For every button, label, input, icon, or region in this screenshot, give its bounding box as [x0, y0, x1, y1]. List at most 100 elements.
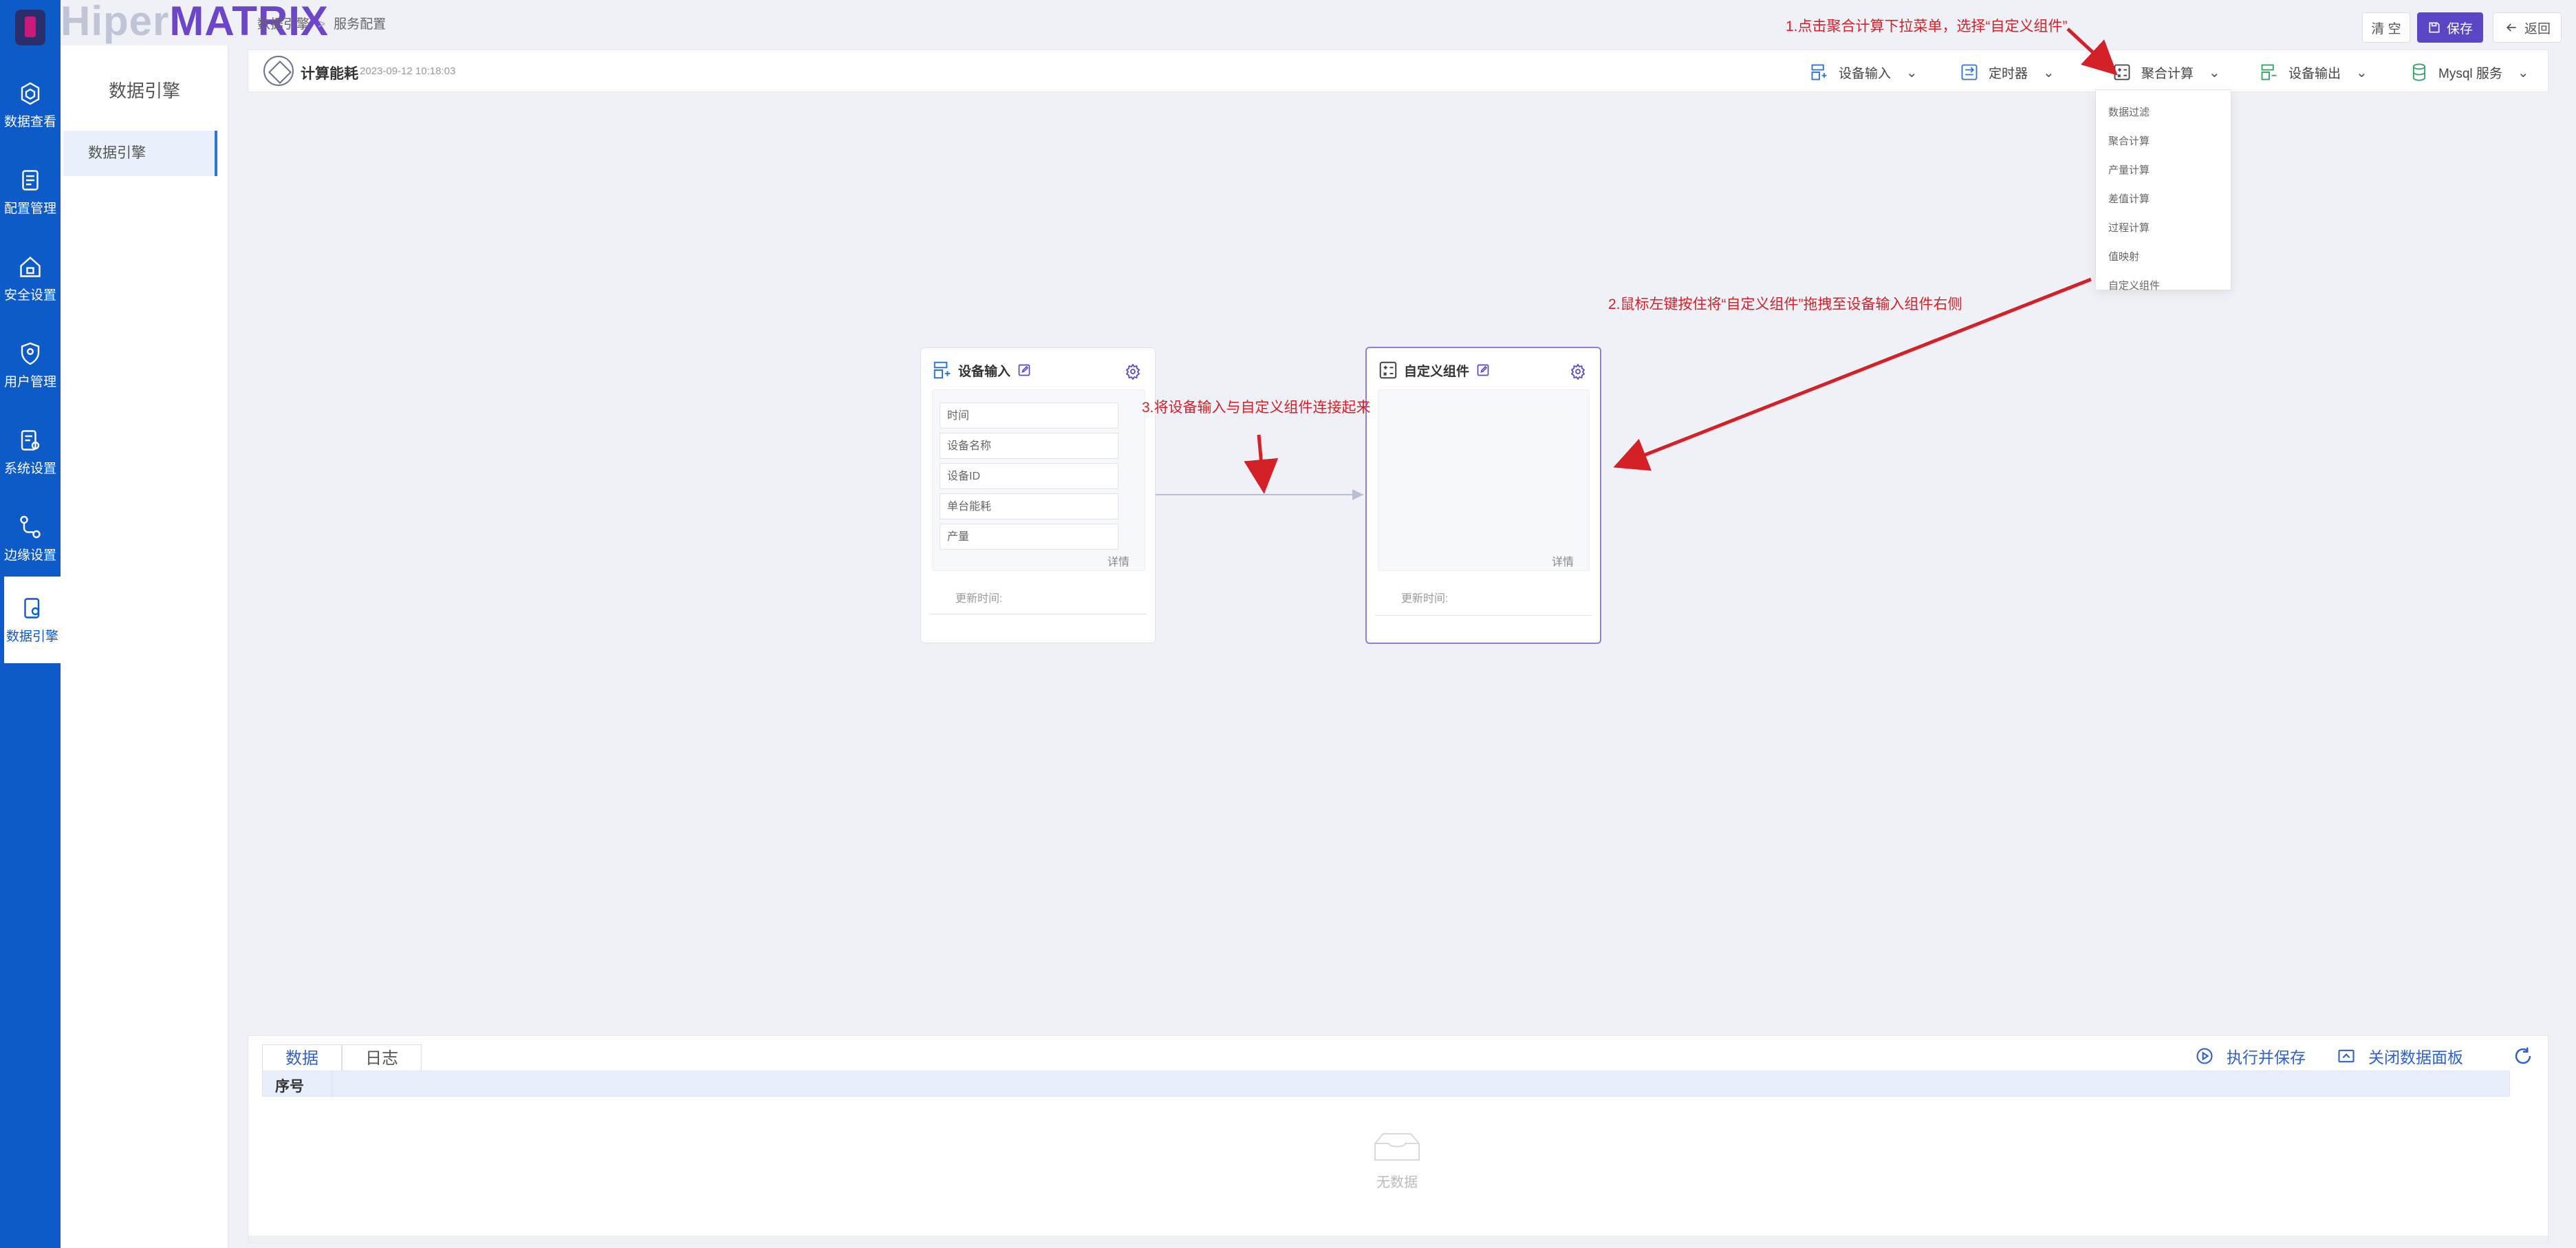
breadcrumb-separator: > — [318, 17, 326, 32]
shield-user-icon — [21, 342, 40, 365]
calc-icon — [1379, 361, 1397, 379]
empty-box-icon — [1374, 1133, 1420, 1161]
node-field-list: 时间 设备名称 设备ID 单台能耗 产量 详情 — [932, 389, 1145, 571]
execute-save-button[interactable]: 执行并保存 — [2195, 1044, 2306, 1068]
rail-item-label: 安全设置 — [3, 288, 56, 303]
field-item[interactable]: 产量 — [940, 524, 1118, 550]
updated-time-label: 更新时间: — [1401, 593, 1449, 605]
calc-icon — [2114, 64, 2130, 80]
chevron-down-icon: ⌄ — [2043, 65, 2055, 80]
breadcrumb-item[interactable]: 数据引擎 — [257, 17, 310, 32]
tab-data[interactable]: 数据 — [262, 1044, 342, 1073]
rail-item-system[interactable]: 系统设置 — [0, 414, 61, 490]
field-item[interactable]: 设备ID — [940, 463, 1118, 489]
annotation-arrow-step3 — [1244, 434, 1279, 494]
menu-item[interactable]: 差值计算 — [2096, 185, 2231, 214]
engine-doc-icon — [24, 597, 40, 618]
save-icon — [2429, 22, 2440, 33]
node-header: 自定义组件 — [1378, 358, 1490, 383]
sidebar-item-data-engine[interactable]: 数据引擎 — [63, 131, 217, 176]
device-input-icon — [1811, 64, 1827, 80]
field-item[interactable]: 设备名称 — [940, 433, 1118, 459]
chevron-down-icon: ⌄ — [1906, 65, 1918, 80]
workflow-icon — [20, 515, 41, 538]
node-field-list: 详情 — [1378, 389, 1590, 571]
chevron-down-icon: ⌄ — [2517, 65, 2529, 80]
dropdown-aggregate[interactable]: 聚合计算 ⌄ — [2112, 58, 2220, 86]
node-header: 设备输入 — [932, 358, 1031, 383]
detail-link[interactable]: 详情 — [1552, 552, 1574, 569]
document-icon — [22, 169, 39, 191]
rail-item-security[interactable]: 安全设置 — [0, 241, 61, 316]
back-button[interactable]: 返回 — [2493, 12, 2562, 43]
horizontal-scrollbar[interactable] — [248, 1236, 2548, 1242]
menu-item[interactable]: 数据过滤 — [2096, 98, 2231, 127]
rail-item-data-view[interactable]: 数据查看 — [0, 67, 61, 143]
menu-item-custom-component[interactable]: 自定义组件 — [2096, 272, 2231, 301]
house-lock-icon — [20, 256, 41, 277]
chevron-down-icon: ⌄ — [2209, 65, 2220, 80]
rail-item-label: 数据引擎 — [6, 629, 58, 644]
field-item[interactable]: 单台能耗 — [940, 493, 1118, 519]
rail-item-label: 边缘设置 — [3, 548, 56, 563]
flow-icon — [263, 56, 294, 86]
data-panel: 数据 日志 执行并保存 关闭数据面板 序号 无数据 — [248, 1035, 2548, 1243]
app-logo — [15, 10, 45, 45]
dropdown-timer[interactable]: 定时器 ⌄ — [1960, 58, 2055, 86]
device-input-icon — [933, 361, 951, 379]
play-circle-icon — [2196, 1048, 2213, 1064]
sidebar-title: 数据引擎 — [108, 80, 180, 101]
close-panel-button[interactable]: 关闭数据面板 — [2337, 1044, 2463, 1068]
chevron-down-icon: ⌄ — [2356, 65, 2368, 80]
empty-state-text: 无数据 — [1376, 1175, 1418, 1190]
node-divider — [1375, 615, 1592, 616]
cube-icon — [21, 82, 40, 105]
flow-toolbar: 计算能耗 2023-09-12 10:18:03 设备输入 ⌄ 定时器 ⌄ 聚合计算… — [248, 50, 2548, 92]
flow-title: 计算能耗 — [301, 66, 358, 82]
rail-item-config[interactable]: 配置管理 — [0, 154, 61, 230]
edit-icon[interactable] — [1476, 363, 1490, 377]
rail-item-data-engine[interactable]: 数据引擎 — [4, 577, 61, 663]
secondary-sidebar: 数据引擎 数据引擎 — [61, 45, 228, 1248]
column-header-index: 序号 — [275, 1079, 304, 1095]
rail-item-label: 系统设置 — [3, 461, 56, 476]
menu-item[interactable]: 产量计算 — [2096, 156, 2231, 185]
rail-item-label: 配置管理 — [3, 201, 56, 216]
timer-icon — [1961, 64, 1978, 80]
menu-item[interactable]: 聚合计算 — [2096, 127, 2231, 156]
field-item[interactable]: 时间 — [940, 402, 1118, 429]
refresh-icon[interactable] — [2513, 1046, 2533, 1066]
node-title: 自定义组件 — [1404, 364, 1470, 379]
detail-link[interactable]: 详情 — [1107, 552, 1129, 569]
breadcrumb: 数据引擎 > 服务配置 — [257, 14, 386, 32]
rail-item-edge[interactable]: 边缘设置 — [0, 501, 61, 577]
collapse-panel-icon — [2338, 1049, 2355, 1063]
rail-item-label: 数据查看 — [3, 114, 56, 129]
annotation-step1: 1.点击聚合计算下拉菜单，选择“自定义组件” — [1786, 19, 2068, 34]
edit-icon[interactable] — [1017, 363, 1031, 377]
tab-log[interactable]: 日志 — [342, 1044, 422, 1073]
gear-icon[interactable] — [1125, 363, 1141, 380]
rail-item-label: 用户管理 — [3, 374, 56, 389]
left-rail: 数据查看 配置管理 安全设置 用户管理 系统设置 边缘设置 数据引擎 — [0, 0, 61, 1248]
node-title: 设备输入 — [958, 364, 1011, 379]
database-icon — [2412, 63, 2426, 81]
dropdown-device-output[interactable]: 设备输出 ⌄ — [2260, 58, 2368, 86]
node-device-input[interactable]: 设备输入 时间 设备名称 设备ID 单台能耗 产量 详情 更新时间: — [920, 347, 1156, 643]
node-custom-component[interactable]: 自定义组件 详情 更新时间: — [1365, 347, 1601, 644]
settings-doc-icon — [21, 429, 40, 451]
gear-icon[interactable] — [1570, 363, 1586, 380]
clear-button[interactable]: 清 空 — [2362, 12, 2410, 43]
table-header: 序号 — [262, 1071, 2510, 1097]
annotation-step2: 2.鼠标左键按住将“自定义组件”拖拽至设备输入组件右侧 — [1608, 297, 1962, 312]
flow-datetime: 2023-09-12 10:18:03 — [360, 65, 456, 77]
save-button[interactable]: 保存 — [2417, 12, 2483, 43]
device-output-icon — [2261, 64, 2277, 80]
menu-item[interactable]: 过程计算 — [2096, 214, 2231, 243]
arrow-left-icon — [2506, 23, 2516, 32]
breadcrumb-item: 服务配置 — [334, 17, 387, 32]
rail-item-users[interactable]: 用户管理 — [0, 327, 61, 403]
dropdown-device-input[interactable]: 设备输入 ⌄ — [1810, 58, 1918, 86]
dropdown-mysql[interactable]: Mysql 服务 ⌄ — [2410, 58, 2529, 86]
menu-item[interactable]: 值映射 — [2096, 243, 2231, 272]
